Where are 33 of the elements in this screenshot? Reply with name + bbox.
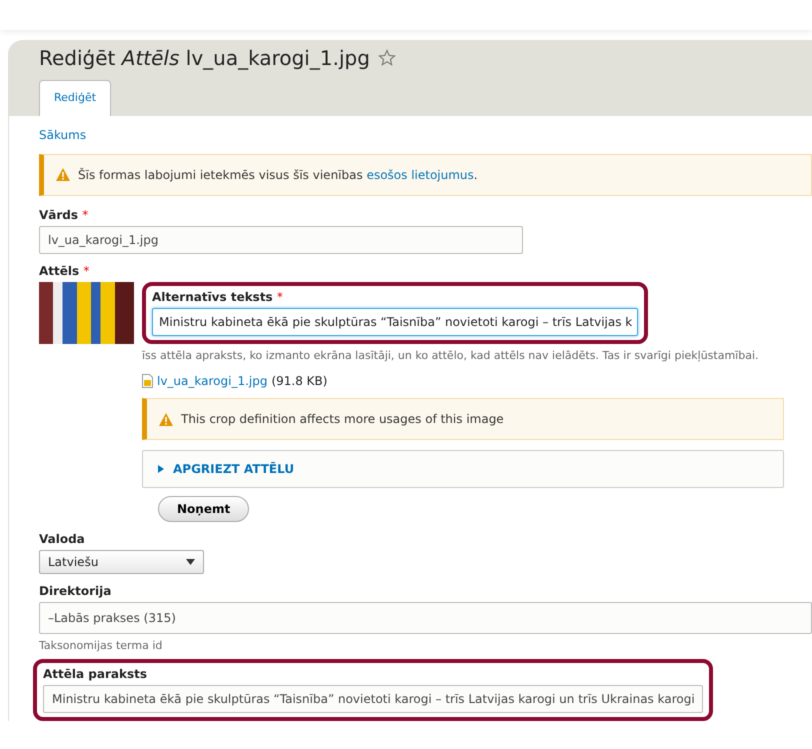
- field-label: Alternatīvs teksts: [152, 290, 273, 304]
- text-input[interactable]: –Labās prakses (315): [39, 602, 812, 634]
- caret-icon: [157, 465, 165, 473]
- required-asterisk: *: [82, 208, 88, 222]
- details-summary[interactable]: APGRIEZT ATTĒLU: [142, 450, 784, 488]
- field-label: Direktorija: [39, 584, 112, 598]
- details-label: APGRIEZT ATTĒLU: [173, 461, 294, 478]
- warning-text: This crop definition affects more usages of this image: [181, 411, 504, 428]
- field-label: Attēls: [39, 264, 80, 278]
- file-icon: [142, 374, 153, 388]
- field-label: Valoda: [39, 532, 85, 546]
- text-input[interactable]: lv_ua_karogi_1.jpg: [39, 226, 523, 254]
- field-description: Taksonomijas terma id: [39, 638, 164, 654]
- caret-icon: [186, 559, 195, 565]
- file-link[interactable]: lv_ua_karogi_1.jpg: [157, 372, 268, 390]
- language-select[interactable]: Latviešu: [39, 550, 204, 574]
- warning-icon: [159, 412, 173, 426]
- field-label: Vārds: [39, 208, 78, 222]
- text-input[interactable]: Ministru kabineta ēkā pie skulptūras “Taisnība” novietoti karogi – trīs Latvijas k: [152, 308, 638, 336]
- field-description: īss attēla apraksts, ko izmanto ekrāna lasītāji, un ko attēlo, kad attēls nav ielādēts. Tas ir svarīgi piekļūstamībai.: [142, 348, 760, 364]
- star-icon[interactable]: [378, 49, 396, 67]
- warning-text: Šīs formas labojumi ietekmēs visus šīs vienības esošos lietojumus.: [78, 166, 478, 184]
- breadcrumb-link[interactable]: Sākums: [39, 128, 86, 142]
- file-size: (91.8 KB): [271, 373, 328, 390]
- warning-icon: [56, 168, 70, 181]
- required-asterisk: *: [83, 264, 90, 278]
- field-label: Attēla paraksts: [43, 666, 147, 680]
- page-title: Rediģēt Attēls lv_ua_karogi_1.jpg: [39, 46, 370, 70]
- warning-link[interactable]: esošos lietojumus: [366, 168, 474, 182]
- tab[interactable]: Rediģēt: [39, 80, 112, 116]
- text-input[interactable]: Ministru kabineta ēkā pie skulptūras “Taisnība” novietoti karogi – trīs Latvijas karogi un trīs Ukrainas karogi: [43, 684, 703, 712]
- required-asterisk: *: [276, 290, 283, 304]
- remove-button[interactable]: Noņemt: [158, 496, 250, 522]
